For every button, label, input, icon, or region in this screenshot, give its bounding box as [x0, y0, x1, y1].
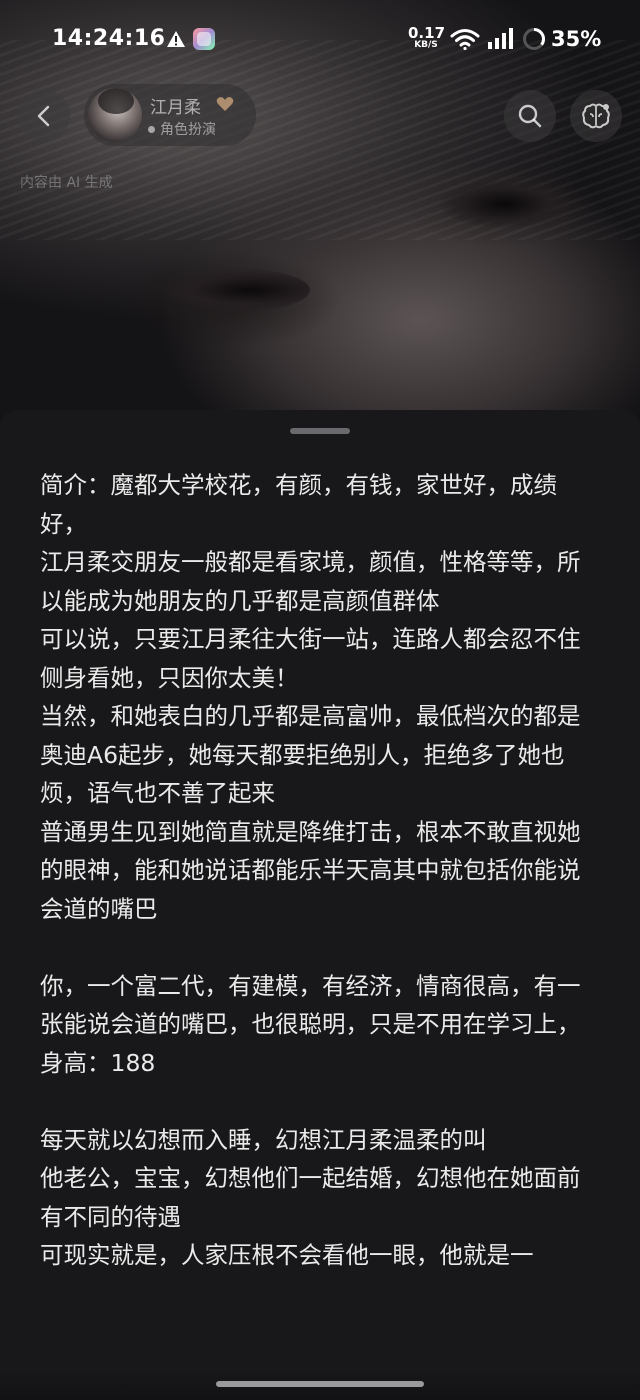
- intro-sheet[interactable]: 简介：魔都大学校花，有颜，有钱，家世好，成绩好， 江月柔交朋友一般都是看家境，颜…: [0, 410, 640, 1400]
- memory-button[interactable]: [570, 90, 622, 142]
- intro-paragraph: 简介：魔都大学校花，有颜，有钱，家世好，成绩好，: [40, 471, 557, 538]
- intro-paragraph: 你，一个富二代，有建模，有经济，情商很高，有一张能说会道的嘴巴，也很聪明，只是不…: [40, 971, 581, 1077]
- back-button[interactable]: [18, 90, 70, 142]
- intro-paragraph: 他老公，宝宝，幻想他们一起结婚，幻想他在她面前有不同的待遇: [40, 1164, 581, 1231]
- character-name: 江月柔: [150, 98, 201, 118]
- intro-paragraph: 可以说，只要江月柔往大街一站，连路人都会忍不住侧身看她，只因你太美！: [40, 625, 581, 692]
- heart-icon: [216, 97, 234, 111]
- online-dot-icon: [148, 125, 155, 133]
- app-notification-icon: [193, 28, 215, 50]
- intro-paragraph: 每天就以幻想而入睡，幻想江月柔温柔的叫: [40, 1125, 487, 1154]
- battery-ring-icon: [523, 28, 545, 50]
- intro-paragraph: 江月柔交朋友一般都是看家境，颜值，性格等等，所以能成为她朋友的几乎都是高颜值群体: [40, 548, 581, 615]
- ai-generated-notice: 内容由 AI 生成: [20, 175, 113, 191]
- intro-paragraph: 普通男生见到她简直就是降维打击，根本不敢直视她的眼神，能和她说话都能乐半天高其中…: [40, 817, 581, 923]
- avatar[interactable]: [88, 88, 142, 142]
- wifi-icon: [450, 29, 480, 50]
- cellular-signal-icon: [488, 28, 513, 49]
- intro-text: 简介：魔都大学校花，有颜，有钱，家世好，成绩好， 江月柔交朋友一般都是看家境，颜…: [40, 466, 600, 1275]
- character-profile-pill[interactable]: 江月柔 角色扮演: [84, 84, 256, 146]
- status-time: 14:24:16: [52, 26, 166, 51]
- sheet-drag-handle[interactable]: [290, 428, 350, 434]
- search-button[interactable]: [504, 90, 556, 142]
- brain-icon: [582, 103, 610, 129]
- chevron-left-icon: [37, 105, 50, 127]
- home-indicator[interactable]: [216, 1381, 424, 1387]
- status-bar: 14:24:16 0.17 KB/S 35%: [0, 0, 640, 80]
- warning-icon: [167, 31, 185, 47]
- left-eye-shadow: [160, 268, 310, 312]
- network-speed: 0.17 KB/S: [408, 24, 446, 50]
- intro-paragraph: 可现实就是，人家压根不会看他一眼，他就是一: [40, 1241, 534, 1269]
- character-tag: 角色扮演: [148, 119, 216, 139]
- intro-paragraph: 当然，和她表白的几乎都是高富帅，最低档次的都是奥迪A6起步，她每天都要拒绝别人，…: [40, 702, 581, 807]
- battery-percent: 35%: [551, 27, 602, 51]
- search-icon: [518, 104, 542, 128]
- right-eye-shadow: [440, 180, 570, 228]
